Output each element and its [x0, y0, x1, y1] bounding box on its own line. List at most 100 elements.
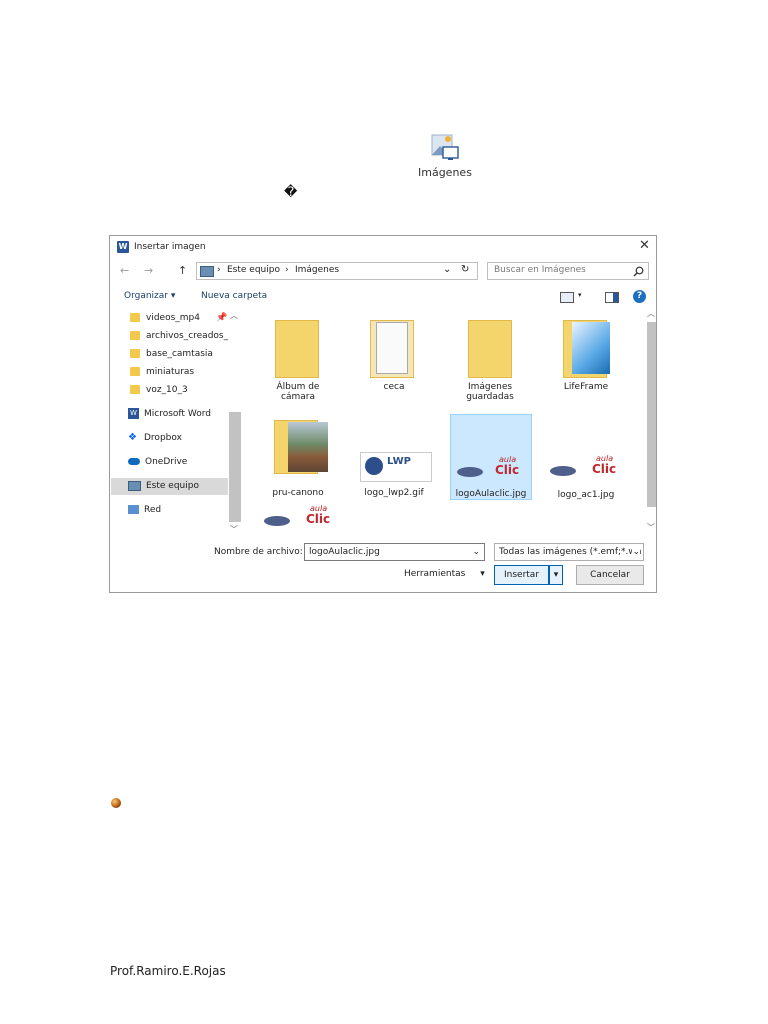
sidebar-scrollbar[interactable]	[229, 412, 241, 522]
lifeframe-thumbnail	[572, 322, 610, 374]
cancel-button[interactable]: Cancelar	[576, 565, 644, 585]
address-bar[interactable]: › Este equipo › Imágenes ⌄ ↻	[196, 262, 478, 280]
bullet-icon	[111, 798, 121, 808]
chevron-down-icon: ▾	[480, 569, 485, 579]
insert-button[interactable]: Insertar	[494, 565, 549, 585]
footer-author: Prof.Ramiro.E.Rojas	[110, 964, 226, 978]
images-icon	[431, 134, 459, 160]
network-icon	[128, 505, 139, 514]
item-partial[interactable]: aula Clic	[262, 504, 342, 534]
lwp-logo: LWP	[360, 452, 432, 482]
view-options-icon[interactable]	[560, 292, 574, 303]
sidebar-item-miniaturas[interactable]: miniaturas	[130, 364, 194, 380]
onedrive-icon	[128, 458, 140, 465]
item-pru-canono[interactable]: pru-canono	[254, 412, 342, 498]
file-view-scrollbar[interactable]	[647, 322, 656, 507]
navigation-pane: videos_mp4 📌 archivos_creados_ base_camt…	[110, 308, 242, 538]
replacement-glyph: �	[284, 185, 298, 200]
aulaclic-logo: aula Clic	[262, 504, 338, 532]
insert-image-dialog: W Insertar imagen ✕ ← → ↑ › Este equipo …	[109, 235, 657, 593]
chevron-down-icon[interactable]: ﹀	[230, 524, 238, 535]
breadcrumb-sep: ›	[285, 265, 289, 275]
pru-canono-thumbnail	[288, 422, 328, 472]
chevron-up-icon[interactable]: ︿	[230, 310, 238, 321]
sidebar-item-archivos[interactable]: archivos_creados_	[130, 328, 228, 344]
computer-icon	[200, 266, 214, 277]
item-lifeframe[interactable]: LifeFrame	[542, 314, 630, 406]
breadcrumb-imagenes[interactable]: Imágenes	[295, 265, 339, 275]
forward-button[interactable]: →	[144, 264, 153, 277]
lwp-text: LWP	[387, 456, 411, 467]
close-icon[interactable]: ✕	[639, 238, 650, 253]
new-folder-button[interactable]: Nueva carpeta	[201, 291, 267, 301]
document-icon	[376, 322, 408, 374]
filename-field[interactable]: logoAulaclic.jpg ⌄	[304, 543, 485, 561]
mouse-icon	[457, 467, 483, 477]
item-logo-aulaclic-selected[interactable]: aula Clic logoAulaclic.jpg	[450, 414, 532, 500]
sidebar-item-este-equipo[interactable]: Este equipo	[128, 478, 199, 494]
search-icon	[633, 266, 644, 277]
insert-dropdown-button[interactable]: ▾	[549, 565, 563, 585]
mouse-icon	[550, 466, 576, 476]
mouse-icon	[264, 516, 290, 526]
aulaclic-logo: aula Clic	[548, 454, 624, 480]
chevron-down-icon[interactable]: ⌄	[472, 544, 480, 560]
images-command[interactable]: Imágenes	[418, 132, 472, 180]
filename-value: logoAulaclic.jpg	[309, 547, 380, 557]
file-type-filter[interactable]: Todas las imágenes (*.emf;*.wn ⌄	[494, 543, 644, 561]
clic-text: Clic	[306, 512, 331, 526]
item-logo-ac1[interactable]: aula Clic logo_ac1.jpg	[542, 412, 630, 500]
search-input[interactable]: Buscar en Imágenes	[487, 262, 649, 280]
dialog-title: Insertar imagen	[134, 242, 206, 252]
item-imagenes-guardadas[interactable]: Imágenes guardadas	[446, 314, 534, 406]
sidebar-item-word[interactable]: W Microsoft Word	[128, 406, 211, 422]
file-view: Álbum de cámara ceca Imágenes guardadas …	[244, 308, 657, 534]
folder-icon	[130, 331, 140, 340]
chevron-up-icon[interactable]: ︿	[647, 308, 655, 319]
lwp-mark	[365, 457, 383, 475]
sidebar-item-videos[interactable]: videos_mp4 📌	[130, 310, 234, 326]
chevron-down-icon[interactable]: ⌄	[632, 544, 640, 560]
item-logo-lwp2[interactable]: LWP logo_lwp2.gif	[350, 412, 438, 498]
computer-icon	[128, 480, 141, 491]
chevron-down-icon: ▾	[170, 291, 176, 301]
up-button[interactable]: ↑	[178, 264, 187, 277]
folder-icon	[130, 385, 140, 394]
chevron-down-icon: ▾	[553, 570, 559, 580]
search-placeholder: Buscar en Imágenes	[494, 265, 586, 275]
clic-text: Clic	[592, 462, 617, 476]
chevron-down-icon[interactable]: ▾	[578, 291, 582, 299]
back-button[interactable]: ←	[120, 264, 129, 277]
folder-icon	[468, 320, 512, 378]
aulaclic-logo: aula Clic	[455, 455, 527, 481]
tools-label: Herramientas	[404, 569, 466, 579]
folder-icon	[130, 313, 140, 322]
breadcrumb-este-equipo[interactable]: Este equipo	[227, 265, 280, 275]
pin-icon[interactable]: 📌	[216, 310, 227, 326]
folder-icon	[275, 320, 319, 378]
sidebar-item-voz[interactable]: voz_10_3	[130, 382, 188, 398]
clic-text: Clic	[495, 463, 520, 477]
sidebar-item-dropbox[interactable]: ❖ Dropbox	[128, 430, 182, 446]
sidebar-item-red[interactable]: Red	[128, 502, 161, 518]
word-icon: W	[128, 408, 139, 419]
breadcrumb-sep: ›	[217, 265, 221, 275]
sidebar-item-onedrive[interactable]: OneDrive	[128, 454, 187, 470]
organize-label: Organizar	[124, 291, 168, 301]
images-label: Imágenes	[418, 166, 472, 179]
refresh-icon[interactable]: ↻	[461, 264, 469, 275]
chevron-down-icon[interactable]: ⌄	[443, 264, 451, 275]
item-album-camara[interactable]: Álbum de cámara	[254, 314, 342, 406]
folder-icon	[130, 367, 140, 376]
folder-icon	[130, 349, 140, 358]
preview-pane-icon[interactable]	[605, 292, 619, 303]
help-icon[interactable]: ?	[633, 290, 646, 303]
tools-menu[interactable]: Herramientas ▾	[404, 569, 485, 579]
sidebar-item-base[interactable]: base_camtasia	[130, 346, 213, 362]
word-icon: W	[117, 241, 129, 253]
filename-label: Nombre de archivo:	[214, 547, 303, 557]
item-ceca[interactable]: ceca	[350, 314, 438, 406]
chevron-down-icon[interactable]: ﹀	[647, 522, 655, 533]
organize-menu[interactable]: Organizar ▾	[124, 291, 175, 301]
dropbox-icon: ❖	[128, 432, 137, 443]
